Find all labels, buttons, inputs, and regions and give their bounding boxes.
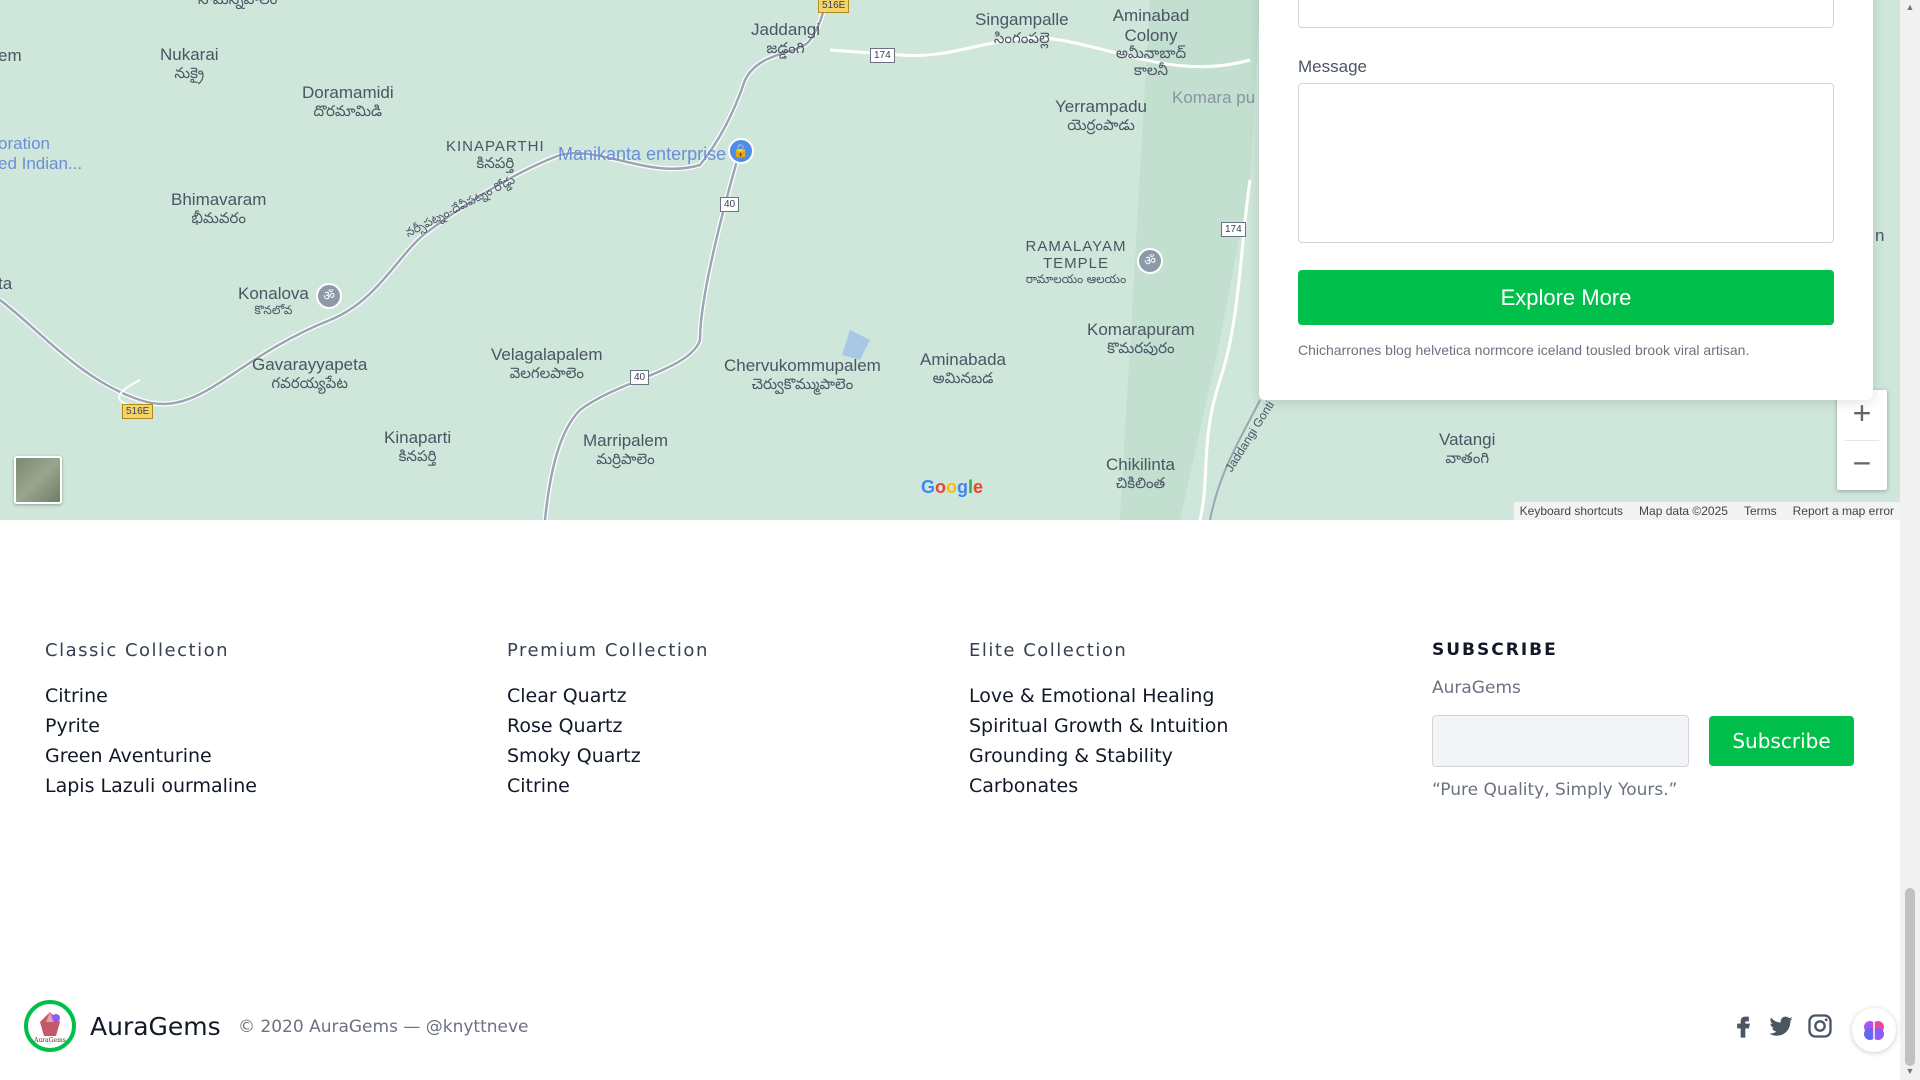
shopping-pin-icon[interactable]: 🔒	[728, 138, 754, 164]
map-place: Bhimavaram భీమవరం	[171, 190, 267, 227]
map-attribution: Keyboard shortcuts Map data ©2025 Terms …	[1513, 502, 1900, 520]
assistant-widget-button[interactable]	[1852, 1008, 1896, 1052]
road-shield: 40	[630, 370, 650, 385]
brain-icon	[1864, 1021, 1884, 1040]
map-place: Doramamidi దొరమామిడి	[302, 83, 394, 120]
subscribe-button[interactable]: Subscribe	[1709, 716, 1854, 766]
map-place: Komarapuram కొమరపురం	[1087, 320, 1195, 357]
brand-name[interactable]: AuraGems	[90, 1012, 221, 1041]
temple-pin-icon[interactable]: ॐ	[1137, 248, 1163, 274]
footer-link[interactable]: Smoky Quartz	[507, 741, 709, 771]
map-place: Aminabad Colony అమీనాబాద్ కాలనీ	[1112, 6, 1190, 80]
footer-bottom-bar: AuraGems AuraGems © 2020 AuraGems — @kny…	[0, 990, 1900, 1060]
map-place: Konalova కొనలోవ	[238, 284, 309, 317]
zoom-controls: + −	[1837, 390, 1887, 490]
footer-link[interactable]: Clear Quartz	[507, 681, 709, 711]
gem-logo-icon: AuraGems	[33, 1012, 66, 1044]
map-place: Aminabada అమినబడ	[920, 350, 1007, 387]
road-shield: 516E	[122, 404, 154, 419]
column-title: Elite Collection	[969, 640, 1128, 661]
map-place: Kinaparti కినపర్తి	[384, 428, 452, 465]
map-place: Gavarayyapeta గవరయ్యపేట	[252, 355, 368, 392]
map-label-edge: Komara pu	[1172, 88, 1256, 107]
road-shield: 40	[720, 197, 740, 212]
footer-link[interactable]: Spiritual Growth & Intuition	[969, 711, 1228, 741]
card-note: Chicharrones blog helvetica normcore ice…	[1298, 342, 1750, 358]
message-textarea[interactable]	[1298, 83, 1834, 243]
map-place: Yerrampadu యెర్రంపాడు	[1055, 97, 1147, 134]
map-place: Nukarai నుక్రై	[160, 45, 219, 82]
instagram-icon[interactable]	[1806, 1012, 1834, 1040]
zoom-out-button[interactable]: −	[1837, 440, 1887, 490]
brand-logo[interactable]: AuraGems	[24, 1000, 76, 1052]
facebook-icon[interactable]	[1729, 1012, 1757, 1040]
report-map-error-link[interactable]: Report a map error	[1793, 504, 1894, 518]
footer-link[interactable]: Citrine	[507, 771, 709, 801]
map-place: Jaddangi జడ్డంగి	[751, 20, 821, 57]
explore-more-button[interactable]: Explore More	[1298, 270, 1834, 325]
road-shield: 174	[870, 48, 895, 63]
map-poi-label[interactable]: Manikanta enterprise	[558, 144, 726, 165]
email-field[interactable]	[1298, 0, 1834, 28]
footer-link[interactable]: Love & Emotional Healing	[969, 681, 1228, 711]
road-shield: 516E	[818, 0, 850, 13]
contact-card: Message Explore More Chicharrones blog h…	[1259, 0, 1873, 400]
column-title: Classic Collection	[45, 640, 230, 661]
temple-pin-icon[interactable]: ॐ	[316, 283, 342, 309]
map-label-top-cut: సోమన్నపాలెం	[198, 0, 277, 8]
satellite-toggle-button[interactable]	[14, 456, 62, 504]
footer-link[interactable]: Rose Quartz	[507, 711, 709, 741]
subscribe-title: SUBSCRIBE	[1432, 640, 1558, 660]
column-title: Premium Collection	[507, 640, 709, 661]
scroll-down-arrow-icon[interactable]: ▼	[1905, 1066, 1915, 1076]
subscribe-email-input[interactable]	[1432, 715, 1689, 767]
road-shield: 174	[1221, 222, 1246, 237]
scroll-up-arrow-icon[interactable]: ▲	[1905, 2, 1915, 12]
footer-column-subscribe: SUBSCRIBE AuraGems Subscribe “Pure Quali…	[1432, 640, 1872, 820]
map-label-edge: n	[1875, 226, 1885, 245]
footer-link[interactable]: Green Aventurine	[45, 741, 257, 771]
keyboard-shortcuts-link[interactable]: Keyboard shortcuts	[1520, 504, 1623, 518]
map-place: Singampalle సింగంపల్లె	[975, 10, 1069, 47]
google-logo: Google	[921, 477, 984, 497]
map-place: Vatangi వాతంగి	[1439, 430, 1496, 467]
footer-link[interactable]: Citrine	[45, 681, 257, 711]
footer-link[interactable]: Lapis Lazuli ourmaline	[45, 771, 257, 801]
map-data-text: Map data ©2025	[1639, 504, 1728, 518]
map-place: RAMALAYAM TEMPLE రామాలయం ఆలయం	[1025, 238, 1127, 286]
twitter-icon[interactable]	[1767, 1012, 1795, 1040]
map-label-edge: oration ed Indian...	[0, 134, 83, 173]
map-place: Velagalapalem వెలగలపాలెం	[491, 345, 603, 382]
map-place: Chervukommupalem చెర్వుకొమ్ముపాలెం	[724, 356, 881, 393]
map-place: Chikilinta చికిలింత	[1106, 455, 1175, 492]
svg-text:AuraGems: AuraGems	[33, 1037, 66, 1044]
message-label: Message	[1298, 57, 1367, 76]
footer-link[interactable]: Carbonates	[969, 771, 1228, 801]
page-scrollbar[interactable]: ▲ ▼	[1900, 0, 1920, 1080]
map-place: KINAPARTHI కినపర్తి	[446, 138, 545, 173]
footer-link[interactable]: Grounding & Stability	[969, 741, 1228, 771]
subscribe-quote: “Pure Quality, Simply Yours.”	[1432, 780, 1678, 800]
map-label-edge: em	[0, 46, 22, 65]
map-label-edge: ta	[0, 274, 13, 293]
footer-column-classic: Classic Collection Citrine Pyrite Green …	[45, 640, 257, 801]
scrollbar-thumb[interactable]	[1905, 888, 1915, 1066]
footer-column-premium: Premium Collection Clear Quartz Rose Qua…	[507, 640, 709, 801]
footer-link[interactable]: Pyrite	[45, 711, 257, 741]
copyright-text: © 2020 AuraGems — @knyttneve	[238, 1017, 529, 1037]
footer-column-elite: Elite Collection Love & Emotional Healin…	[969, 640, 1228, 801]
subscribe-label: AuraGems	[1432, 678, 1521, 698]
terms-link[interactable]: Terms	[1744, 504, 1777, 518]
map-place: Marripalem మర్రిపాలెం	[583, 431, 669, 468]
